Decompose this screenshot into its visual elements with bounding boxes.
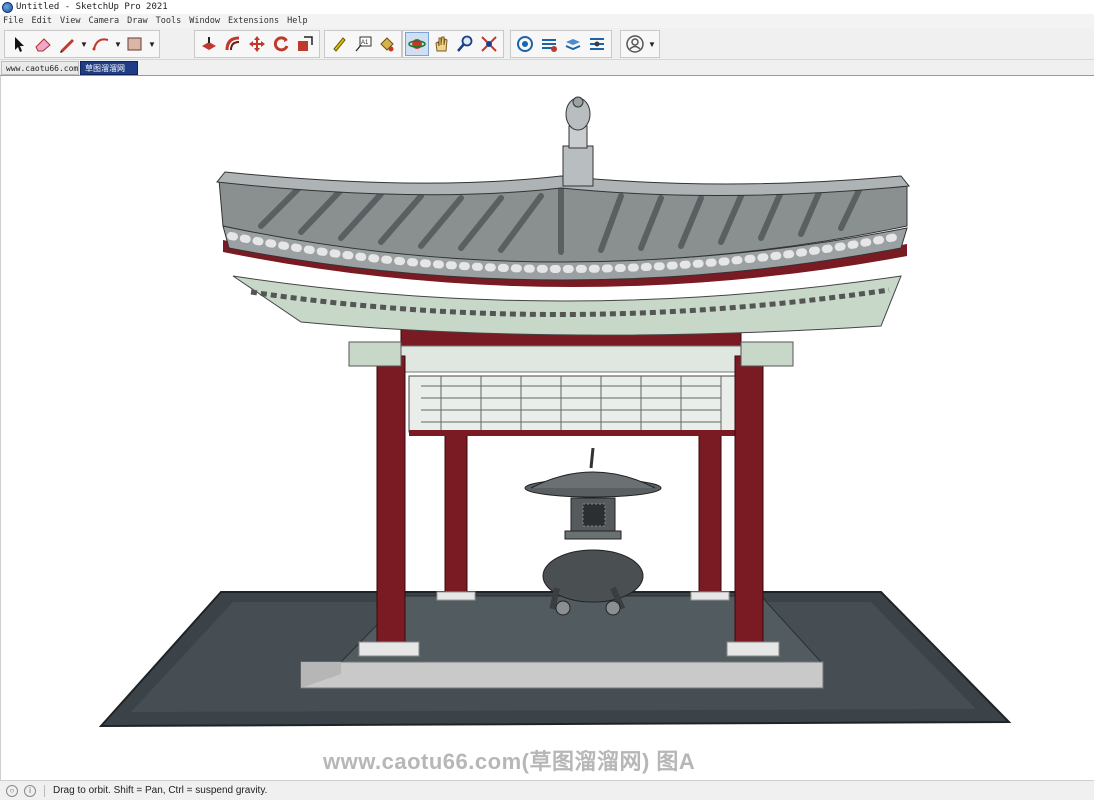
incense-burner: [524, 447, 662, 616]
eraser-icon: [35, 38, 51, 52]
text-icon: A1: [355, 36, 372, 52]
layout-icon: [565, 39, 581, 51]
arc-icon: [92, 38, 109, 51]
warehouse-icon: [517, 36, 533, 52]
account-button[interactable]: [623, 32, 647, 56]
status-bar: ○ i Drag to orbit. Shift = Pan, Ctrl = s…: [0, 780, 1094, 800]
column-front-left: [376, 355, 406, 647]
orbit-icon: [408, 39, 426, 49]
scene-tab-2[interactable]: 草图溜溜网: [80, 61, 138, 75]
line-tool-button[interactable]: [55, 32, 79, 56]
scene-tab-1[interactable]: www.caotu66.com: [1, 61, 79, 75]
window-title: Untitled - SketchUp Pro 2021: [16, 2, 168, 12]
rectangle-icon: [127, 37, 142, 51]
pencil-icon: [60, 39, 74, 53]
push-pull-icon: [202, 37, 216, 50]
hand-icon: [435, 36, 448, 52]
push-pull-tool-button[interactable]: [197, 32, 221, 56]
menu-help[interactable]: Help: [287, 16, 307, 26]
scale-tool-button[interactable]: [293, 32, 317, 56]
scale-icon: [298, 36, 313, 51]
info-icon[interactable]: i: [24, 784, 36, 797]
sketchup-app-icon: [2, 1, 13, 13]
eraser-tool-button[interactable]: [31, 32, 55, 56]
offset-tool-button[interactable]: [221, 32, 245, 56]
arc-tool-button[interactable]: [89, 32, 113, 56]
geo-location-icon[interactable]: ○: [6, 784, 18, 797]
paint-bucket-tool-button[interactable]: [375, 32, 399, 56]
column-base-back-left: [436, 591, 476, 601]
menu-window[interactable]: Window: [189, 16, 220, 26]
column-front-right: [734, 355, 764, 647]
zoom-tool-button[interactable]: [453, 32, 477, 56]
menu-draw[interactable]: Draw: [127, 16, 147, 26]
toolbar-group-edit: [194, 30, 320, 58]
arc-tool-dropdown[interactable]: ▼: [113, 32, 123, 56]
menu-view[interactable]: View: [60, 16, 80, 26]
layout-button[interactable]: [561, 32, 585, 56]
menu-file[interactable]: File: [3, 16, 23, 26]
account-dropdown[interactable]: ▼: [647, 32, 657, 56]
extension-manager-button[interactable]: [585, 32, 609, 56]
tape-measure-tool-button[interactable]: [327, 32, 351, 56]
model-viewport[interactable]: www.caotu66.com(草图溜溜网) 图A: [0, 76, 1094, 780]
beam-panel: [400, 345, 742, 373]
menu-edit[interactable]: Edit: [31, 16, 51, 26]
platform-step: [300, 661, 824, 689]
rotate-icon: [273, 36, 289, 52]
menu-extensions[interactable]: Extensions: [228, 16, 279, 26]
status-hint: Drag to orbit. Shift = Pan, Ctrl = suspe…: [53, 785, 268, 796]
rectangle-tool-button[interactable]: [123, 32, 147, 56]
toolbar-group-draw: ▼ ▼ ▼: [4, 30, 160, 58]
status-divider: [44, 784, 45, 797]
paint-bucket-icon: [380, 37, 394, 52]
toolbar-group-construct: A1: [324, 30, 402, 58]
menu-camera[interactable]: Camera: [88, 16, 119, 26]
column-base-front-left: [358, 641, 420, 657]
pavilion-model: [98, 96, 1012, 728]
move-icon: [249, 36, 265, 52]
extension-warehouse-button[interactable]: [537, 32, 561, 56]
bracket-left: [348, 341, 402, 367]
title-bar: Untitled - SketchUp Pro 2021: [0, 0, 1094, 14]
extension-icon: [542, 39, 557, 52]
user-icon: [626, 35, 644, 53]
scene-tabs-bar: www.caotu66.com 草图溜溜网: [0, 60, 1094, 76]
toolbar-group-account: ▼: [620, 30, 660, 58]
extension-manager-icon: [590, 38, 604, 50]
tape-measure-icon: [333, 37, 346, 52]
pan-tool-button[interactable]: [429, 32, 453, 56]
column-base-back-right: [690, 591, 730, 601]
toolbar-group-camera: [402, 30, 504, 58]
rotate-tool-button[interactable]: [269, 32, 293, 56]
arrow-cursor-icon: [15, 37, 24, 52]
zoom-extents-tool-button[interactable]: [477, 32, 501, 56]
toolbar-group-warehouse: [510, 30, 612, 58]
bracket-right: [740, 341, 794, 367]
orbit-tool-button[interactable]: [405, 32, 429, 56]
lattice-frieze: [408, 375, 736, 436]
text-tool-button[interactable]: A1: [351, 32, 375, 56]
magnifier-icon: [457, 35, 473, 52]
zoom-extents-icon: [481, 36, 497, 52]
3d-warehouse-button[interactable]: [513, 32, 537, 56]
main-toolbar: ▼ ▼ ▼ A1 ▼: [0, 28, 1094, 60]
rectangle-tool-dropdown[interactable]: ▼: [147, 32, 157, 56]
column-base-front-right: [726, 641, 780, 657]
watermark-text: www.caotu66.com(草图溜溜网) 图A: [323, 749, 696, 774]
offset-icon: [225, 36, 240, 51]
menu-bar: File Edit View Camera Draw Tools Window …: [0, 14, 1094, 28]
column-back-right: [698, 425, 722, 597]
svg-text:A1: A1: [361, 40, 369, 46]
select-tool-button[interactable]: [7, 32, 31, 56]
roof-finial: [562, 96, 594, 187]
move-tool-button[interactable]: [245, 32, 269, 56]
line-tool-dropdown[interactable]: ▼: [79, 32, 89, 56]
menu-tools[interactable]: Tools: [156, 16, 182, 26]
column-back-left: [444, 425, 468, 597]
